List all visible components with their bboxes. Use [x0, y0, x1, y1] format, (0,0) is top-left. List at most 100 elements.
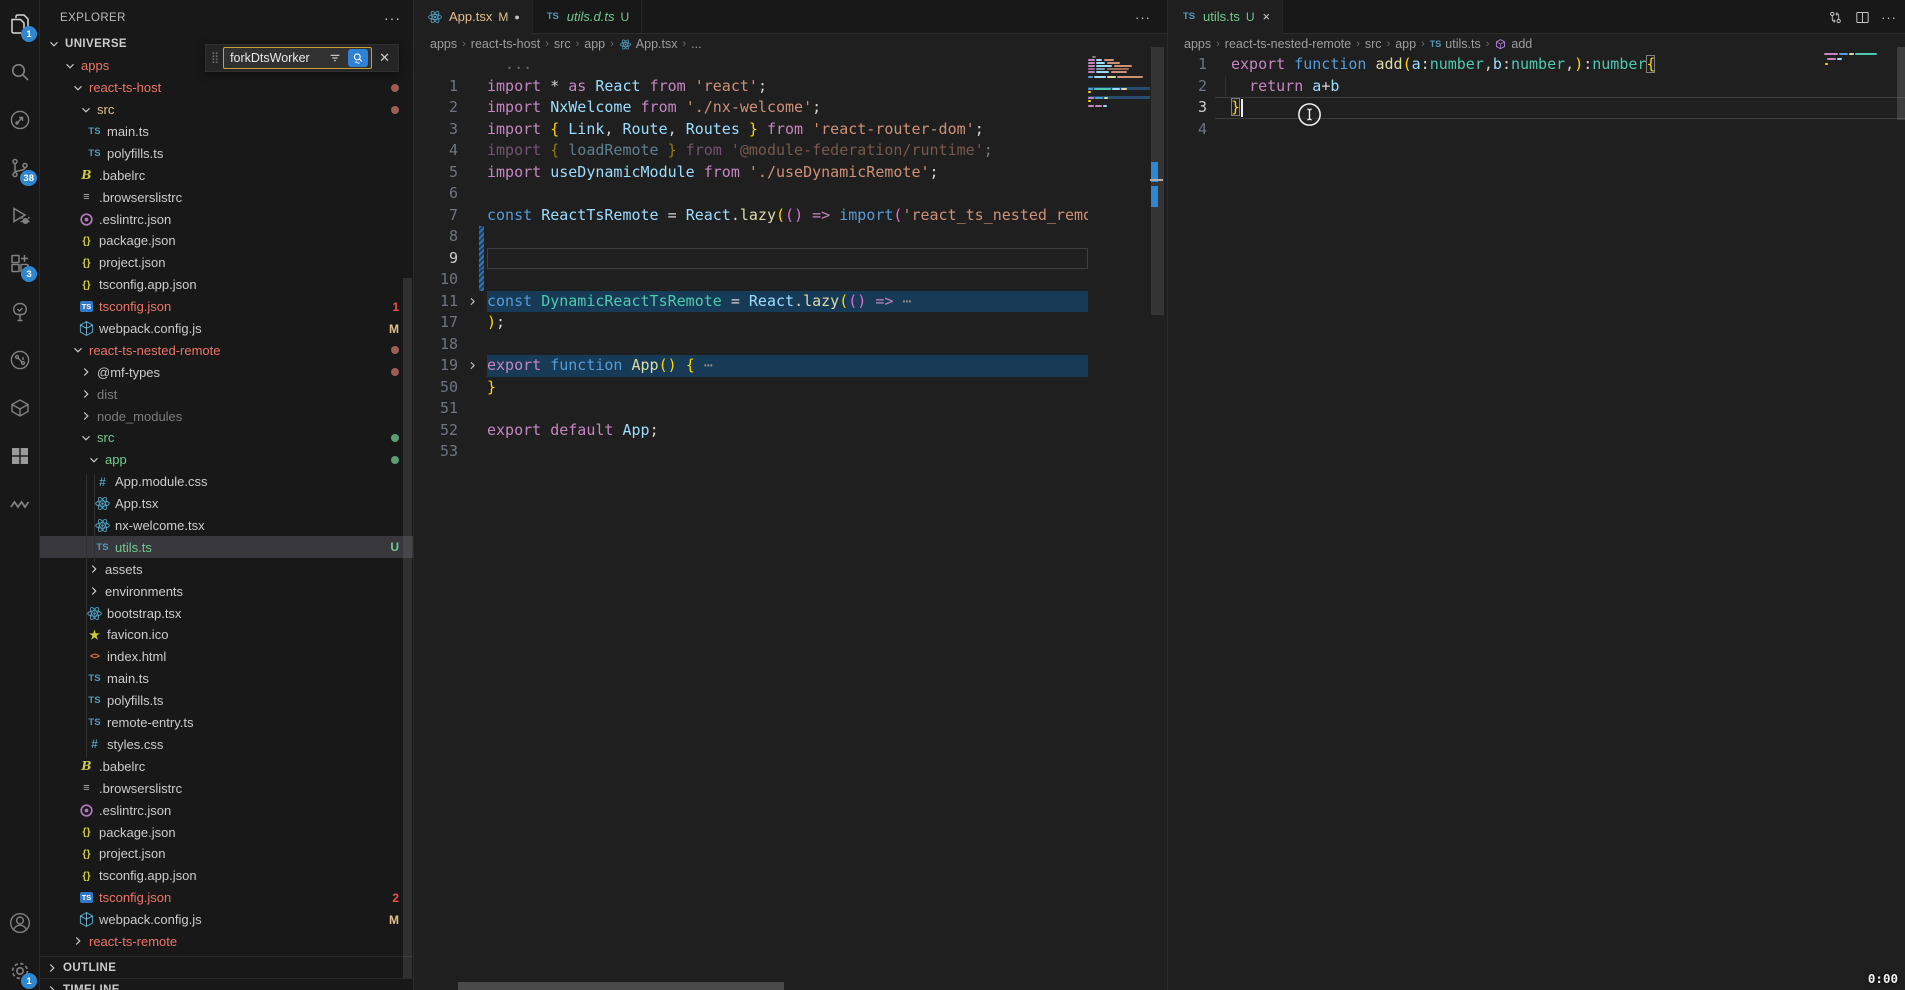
code-line-10[interactable]: 10	[415, 269, 1088, 291]
tree-item-webpack.config.js[interactable]: webpack.config.jsM	[40, 909, 413, 931]
code-line-11[interactable]: 11const DynamicReactTsRemote = React.laz…	[415, 291, 1088, 313]
breadcrumb-item[interactable]: add	[1494, 37, 1532, 51]
code-line-52[interactable]: 52export default App;	[415, 420, 1088, 442]
tree-item-favicon.ico[interactable]: ★favicon.ico	[40, 624, 413, 646]
activity-search-icon[interactable]	[0, 48, 40, 96]
tree-item-.eslintrc.json[interactable]: .eslintrc.json	[40, 208, 413, 230]
breadcrumb-item[interactable]: react-ts-host	[471, 37, 540, 51]
tree-item-tsconfig.json[interactable]: TStsconfig.json1	[40, 296, 413, 318]
tree-item-@mf-types[interactable]: @mf-types	[40, 361, 413, 383]
code-line-2[interactable]: 2import NxWelcome from './nx-welcome';	[415, 97, 1088, 119]
tab-utils.d.ts[interactable]: TSutils.d.tsU	[533, 0, 642, 33]
activity-settings-icon[interactable]: 1	[0, 947, 40, 990]
activity-grid-tool-icon[interactable]	[0, 432, 40, 480]
editor-more-actions-icon[interactable]: ···	[1135, 0, 1151, 34]
filter-icon[interactable]	[325, 49, 345, 67]
breadcrumb-item[interactable]: src	[1365, 37, 1382, 51]
split-editor-icon[interactable]	[1854, 9, 1871, 26]
minimap[interactable]	[1088, 54, 1150, 374]
code-line-50[interactable]: 50}	[415, 377, 1088, 399]
tree-item-remote-entry.ts[interactable]: TSremote-entry.ts	[40, 712, 413, 734]
tree-item-main.ts[interactable]: TSmain.ts	[40, 121, 413, 143]
sidebar-scrollbar[interactable]	[403, 278, 412, 978]
activity-circle-tool-icon[interactable]	[0, 96, 40, 144]
code-line-4[interactable]: 4	[1169, 119, 1895, 141]
tree-item-src[interactable]: src	[40, 427, 413, 449]
tree-item-.browserslistrc[interactable]: ≡.browserslistrc	[40, 186, 413, 208]
code-line-1[interactable]: 1export function add(a:number,b:number,)…	[1169, 54, 1895, 76]
sidebar-more-actions-icon[interactable]: ···	[384, 10, 401, 26]
activity-run-debug-icon[interactable]	[0, 192, 40, 240]
tree-item-react-ts-host[interactable]: react-ts-host	[40, 77, 413, 99]
tree-item-package.json[interactable]: {}package.json	[40, 821, 413, 843]
breadcrumb-item[interactable]: app	[1395, 37, 1416, 51]
tree-item-styles.css[interactable]: #styles.css	[40, 734, 413, 756]
tree-item-nx-welcome.tsx[interactable]: nx-welcome.tsx	[40, 515, 413, 537]
vertical-scrollbar[interactable]	[1897, 47, 1905, 120]
code-line-1[interactable]: 1import * as React from 'react';	[415, 76, 1088, 98]
activity-source-control-icon[interactable]: 38	[0, 144, 40, 192]
code-line-8[interactable]: 8	[415, 226, 1088, 248]
tree-item-bootstrap.tsx[interactable]: bootstrap.tsx	[40, 602, 413, 624]
more-actions-icon[interactable]: ···	[1881, 10, 1897, 25]
tree-item-app.module.css[interactable]: #App.module.css	[40, 471, 413, 493]
code-line-x[interactable]: ...	[415, 54, 1088, 76]
close-icon[interactable]: ✕	[376, 50, 393, 66]
tree-item-polyfills.ts[interactable]: TSpolyfills.ts	[40, 690, 413, 712]
timeline-section-header[interactable]: TIMELINE	[40, 978, 413, 990]
breadcrumb-item[interactable]: app	[584, 37, 605, 51]
tree-item-src[interactable]: src	[40, 99, 413, 121]
breadcrumb-item[interactable]: src	[554, 37, 571, 51]
code-line-4[interactable]: 4import { loadRemote } from '@module-fed…	[415, 140, 1088, 162]
horizontal-scrollbar[interactable]	[458, 982, 784, 990]
activity-wave-tool-icon[interactable]	[0, 480, 40, 528]
tree-find-input[interactable]	[230, 51, 322, 65]
activity-box-tool-icon[interactable]	[0, 384, 40, 432]
code-line-3[interactable]: 3}	[1169, 97, 1895, 119]
tree-item-utils.ts[interactable]: TSutils.tsU	[40, 536, 413, 558]
breadcrumb-item[interactable]: apps	[430, 37, 457, 51]
tab-app.tsx[interactable]: App.tsxM●	[415, 0, 533, 33]
breadcrumb-item[interactable]: App.tsx	[619, 37, 678, 51]
tree-item-polyfills.ts[interactable]: TSpolyfills.ts	[40, 142, 413, 164]
tree-item-.babelrc[interactable]: B.babelrc	[40, 164, 413, 186]
tree-item-react-ts-remote[interactable]: react-ts-remote	[40, 931, 413, 953]
fuzzy-search-icon[interactable]	[348, 49, 368, 67]
tree-item-.eslintrc.json[interactable]: .eslintrc.json	[40, 799, 413, 821]
breadcrumb-item[interactable]: react-ts-nested-remote	[1225, 37, 1351, 51]
activity-account-icon[interactable]	[0, 899, 40, 947]
close-icon[interactable]: ×	[1263, 9, 1271, 24]
code-line-53[interactable]: 53	[415, 441, 1088, 463]
code-line-2[interactable]: 2 return a+b	[1169, 76, 1895, 98]
tree-item-project.json[interactable]: {}project.json	[40, 252, 413, 274]
code-line-7[interactable]: 7const ReactTsRemote = React.lazy(() => …	[415, 205, 1088, 227]
tree-item-react-ts-nested-remote[interactable]: react-ts-nested-remote	[40, 339, 413, 361]
activity-explorer-icon[interactable]: 1	[0, 0, 40, 48]
activity-circle-branch-tool-icon[interactable]	[0, 336, 40, 384]
tree-item-tsconfig.json[interactable]: TStsconfig.json2	[40, 887, 413, 909]
code-editor-utils-ts[interactable]: 1export function add(a:number,b:number,)…	[1169, 54, 1895, 140]
breadcrumb-item[interactable]: apps	[1184, 37, 1211, 51]
tree-item-package.json[interactable]: {}package.json	[40, 230, 413, 252]
activity-tree-tool-icon[interactable]	[0, 288, 40, 336]
code-line-18[interactable]: 18	[415, 334, 1088, 356]
code-line-17[interactable]: 17);	[415, 312, 1088, 334]
code-line-6[interactable]: 6	[415, 183, 1088, 205]
tree-item-node_modules[interactable]: node_modules	[40, 405, 413, 427]
code-editor-app-tsx[interactable]: ...1import * as React from 'react';2impo…	[415, 54, 1088, 463]
code-line-3[interactable]: 3import { Link, Route, Routes } from 're…	[415, 119, 1088, 141]
tab-utils.ts[interactable]: TSutils.tsU×	[1169, 0, 1283, 33]
tree-item-tsconfig.app.json[interactable]: {}tsconfig.app.json	[40, 865, 413, 887]
drag-grip-icon[interactable]: ⣿	[211, 53, 219, 63]
tree-item-app[interactable]: app	[40, 449, 413, 471]
code-line-19[interactable]: 19export function App() { ⋯	[415, 355, 1088, 377]
tree-item-tsconfig.app.json[interactable]: {}tsconfig.app.json	[40, 274, 413, 296]
code-line-5[interactable]: 5import useDynamicModule from './useDyna…	[415, 162, 1088, 184]
tree-item-environments[interactable]: environments	[40, 580, 413, 602]
code-line-9[interactable]: 9	[415, 248, 1088, 270]
compare-changes-icon[interactable]	[1827, 9, 1844, 26]
tree-item-main.ts[interactable]: TSmain.ts	[40, 668, 413, 690]
tree-item-app.tsx[interactable]: App.tsx	[40, 493, 413, 515]
tree-item-dist[interactable]: dist	[40, 383, 413, 405]
tree-item-index.html[interactable]: <>index.html	[40, 646, 413, 668]
